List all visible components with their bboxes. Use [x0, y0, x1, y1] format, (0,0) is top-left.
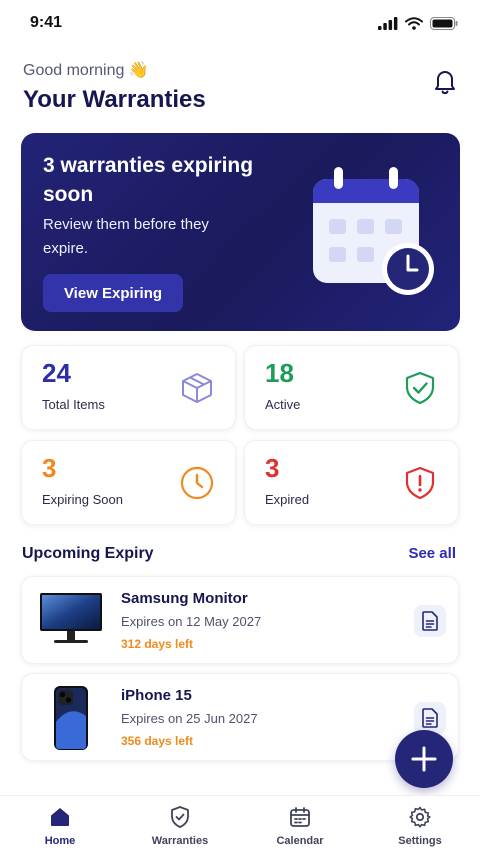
stat-expired[interactable]: 3 Expired — [244, 440, 459, 525]
document-button[interactable] — [414, 605, 446, 637]
document-icon — [422, 611, 438, 631]
add-warranty-button[interactable] — [395, 730, 453, 788]
wifi-icon — [405, 16, 423, 30]
stat-label: Total Items — [42, 397, 105, 412]
monitor-icon — [40, 593, 102, 643]
tab-label: Settings — [398, 835, 442, 847]
calendar-clock-illustration — [313, 167, 434, 295]
tab-warranties[interactable]: Warranties — [120, 796, 240, 853]
page-title: Your Warranties — [23, 86, 206, 113]
tab-label: Warranties — [151, 835, 209, 847]
stat-label: Active — [265, 397, 301, 412]
item-days-left: 312 days left — [121, 637, 194, 651]
phone-icon — [54, 686, 88, 750]
shield-check-icon — [405, 371, 435, 405]
home-icon — [51, 808, 69, 826]
shield-alert-icon — [405, 466, 435, 500]
header: Good morning 👋 Your Warranties — [23, 60, 460, 116]
clock-icon — [180, 466, 214, 500]
status-icons — [378, 16, 458, 30]
tab-settings[interactable]: Settings — [360, 796, 480, 853]
tab-calendar[interactable]: Calendar — [240, 796, 360, 853]
bottom-tab-bar: Home Warranties Calendar Settings — [0, 795, 480, 853]
document-button[interactable] — [414, 702, 446, 734]
stat-value: 18 — [265, 358, 294, 388]
stat-value: 3 — [265, 453, 280, 483]
item-expiry-date: Expires on 12 May 2027 — [121, 614, 262, 629]
box-icon — [182, 373, 212, 403]
see-all-link[interactable]: See all — [408, 545, 456, 562]
status-bar: 9:41 — [0, 0, 480, 46]
status-time: 9:41 — [30, 14, 63, 31]
view-expiring-button[interactable]: View Expiring — [43, 274, 183, 312]
document-icon — [422, 708, 438, 728]
bell-icon[interactable] — [430, 66, 460, 96]
list-item[interactable]: iPhone 15 Expires on 25 Jun 2027 356 day… — [21, 673, 459, 761]
gear-icon — [409, 806, 431, 828]
section-title-upcoming: Upcoming Expiry — [22, 545, 154, 562]
banner-subtitle: Review them before they expire. — [43, 216, 209, 257]
stat-active[interactable]: 18 Active — [244, 345, 459, 430]
shield-tab-icon — [171, 806, 189, 828]
stat-label: Expired — [265, 492, 310, 507]
item-name: Samsung Monitor — [121, 590, 248, 607]
tab-label: Calendar — [276, 835, 324, 847]
tab-home[interactable]: Home — [0, 796, 120, 853]
stat-value: 24 — [42, 358, 71, 388]
stat-expiring-soon[interactable]: 3 Expiring Soon — [21, 440, 236, 525]
calendar-icon — [290, 807, 310, 827]
list-item[interactable]: Samsung Monitor Expires on 12 May 2027 3… — [21, 576, 459, 664]
signal-icon — [378, 16, 398, 30]
greeting: Good morning 👋 — [23, 62, 149, 79]
plus-icon — [411, 746, 437, 772]
stat-value: 3 — [42, 453, 57, 483]
banner-title: 3 warranties expiring soon — [43, 154, 254, 206]
item-days-left: 356 days left — [121, 734, 194, 748]
item-name: iPhone 15 — [121, 687, 192, 704]
tab-label: Home — [44, 835, 76, 847]
stat-label: Expiring Soon — [42, 492, 123, 507]
stat-total-items[interactable]: 24 Total Items — [21, 345, 236, 430]
item-expiry-date: Expires on 25 Jun 2027 — [121, 711, 258, 726]
expiring-banner: 3 warranties expiring soon Review them b… — [21, 133, 460, 331]
battery-icon — [430, 16, 458, 30]
